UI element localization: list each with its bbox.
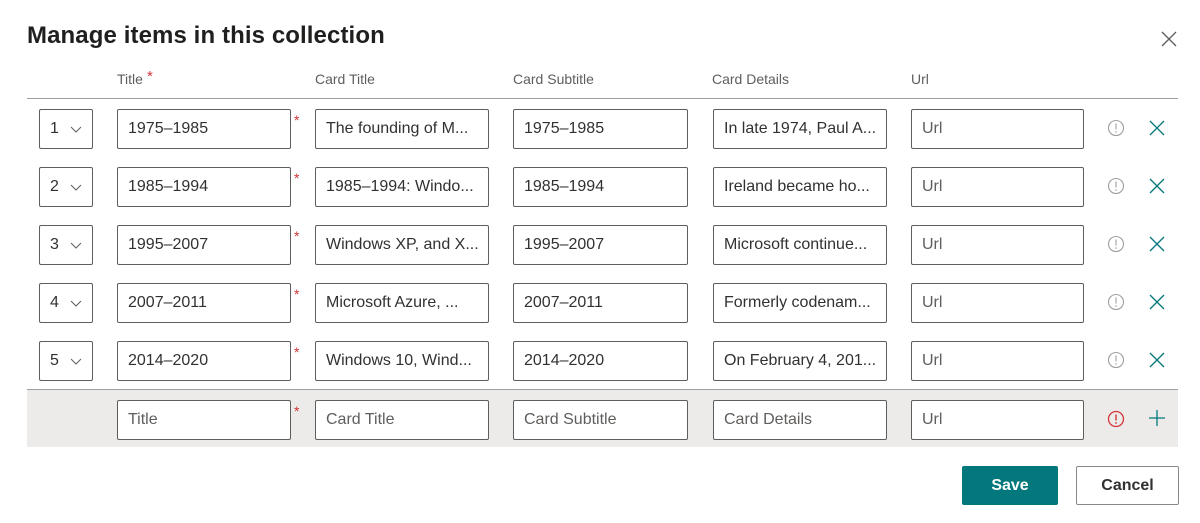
url-input[interactable] (911, 341, 1084, 381)
info-icon (1107, 235, 1125, 253)
title-input[interactable]: 1995–2007 (117, 225, 291, 265)
required-marker: * (294, 228, 300, 244)
new-title-input[interactable] (117, 400, 291, 440)
card-subtitle-input[interactable]: 1975–1985 (513, 109, 688, 149)
header-divider (27, 98, 1178, 99)
card-title-input[interactable]: Windows 10, Wind... (315, 341, 489, 381)
url-input[interactable] (911, 167, 1084, 207)
card-details-input[interactable]: Formerly codenam... (713, 283, 887, 323)
new-card-title-input[interactable] (315, 400, 489, 440)
order-value: 2 (50, 178, 59, 195)
new-card-details-input[interactable] (713, 400, 887, 440)
order-dropdown[interactable]: 2 (39, 167, 93, 207)
column-header-card-details: Card Details (712, 71, 790, 87)
info-icon (1107, 351, 1125, 369)
order-dropdown[interactable]: 5 (39, 341, 93, 381)
column-header-title: Title * (117, 68, 153, 88)
card-title-input[interactable]: The founding of M... (315, 109, 489, 149)
card-title-input[interactable]: Windows XP, and X... (315, 225, 489, 265)
cancel-button[interactable]: Cancel (1076, 466, 1179, 505)
item-row: 5 2014–2020 * Windows 10, Wind... 2014–2… (27, 332, 1178, 390)
order-value: 4 (50, 294, 59, 311)
chevron-down-icon (70, 242, 82, 249)
order-dropdown[interactable]: 1 (39, 109, 93, 149)
title-input[interactable]: 1975–1985 (117, 109, 291, 149)
info-icon (1107, 293, 1125, 311)
chevron-down-icon (70, 126, 82, 133)
required-marker: * (294, 286, 300, 302)
url-input[interactable] (911, 283, 1084, 323)
card-details-input[interactable]: In late 1974, Paul A... (713, 109, 887, 149)
chevron-down-icon (70, 184, 82, 191)
card-subtitle-input[interactable]: 2014–2020 (513, 341, 688, 381)
title-input[interactable]: 1985–1994 (117, 167, 291, 207)
item-row: 1 1975–1985 * The founding of M... 1975–… (27, 100, 1178, 158)
card-details-input[interactable]: Microsoft continue... (713, 225, 887, 265)
order-dropdown[interactable]: 4 (39, 283, 93, 323)
required-marker: * (294, 112, 300, 128)
info-icon (1107, 177, 1125, 195)
order-dropdown[interactable]: 3 (39, 225, 93, 265)
card-title-input[interactable]: 1985–1994: Windo... (315, 167, 489, 207)
chevron-down-icon (70, 358, 82, 365)
new-item-row: * (27, 389, 1178, 447)
item-row: 4 2007–2011 * Microsoft Azure, ... 2007–… (27, 274, 1178, 332)
required-marker: * (294, 403, 300, 419)
column-header-card-title: Card Title (315, 71, 375, 87)
dialog-title: Manage items in this collection (27, 22, 385, 49)
column-header-url: Url (911, 71, 929, 87)
title-input[interactable]: 2007–2011 (117, 283, 291, 323)
info-icon (1107, 119, 1125, 137)
error-icon (1107, 410, 1125, 428)
card-subtitle-input[interactable]: 1985–1994 (513, 167, 688, 207)
column-header-card-subtitle: Card Subtitle (513, 71, 594, 87)
card-details-input[interactable]: On February 4, 201... (713, 341, 887, 381)
order-value: 1 (50, 120, 59, 137)
save-button[interactable]: Save (962, 466, 1058, 505)
required-marker: * (294, 170, 300, 186)
delete-icon[interactable] (1148, 177, 1166, 195)
card-subtitle-input[interactable]: 1995–2007 (513, 225, 688, 265)
required-marker: * (294, 344, 300, 360)
required-marker: * (146, 68, 153, 85)
close-icon (1161, 31, 1177, 47)
chevron-down-icon (70, 300, 82, 307)
column-header-title-label: Title (117, 71, 143, 87)
url-input[interactable] (911, 109, 1084, 149)
delete-icon[interactable] (1148, 119, 1166, 137)
add-icon[interactable] (1148, 409, 1166, 427)
item-row: 2 1985–1994 * 1985–1994: Windo... 1985–1… (27, 158, 1178, 216)
close-button[interactable] (1158, 28, 1180, 50)
delete-icon[interactable] (1148, 351, 1166, 369)
card-title-input[interactable]: Microsoft Azure, ... (315, 283, 489, 323)
new-url-input[interactable] (911, 400, 1084, 440)
card-details-input[interactable]: Ireland became ho... (713, 167, 887, 207)
order-value: 3 (50, 236, 59, 253)
delete-icon[interactable] (1148, 293, 1166, 311)
item-row: 3 1995–2007 * Windows XP, and X... 1995–… (27, 216, 1178, 274)
delete-icon[interactable] (1148, 235, 1166, 253)
order-value: 5 (50, 352, 59, 369)
card-subtitle-input[interactable]: 2007–2011 (513, 283, 688, 323)
new-card-subtitle-input[interactable] (513, 400, 688, 440)
title-input[interactable]: 2014–2020 (117, 341, 291, 381)
url-input[interactable] (911, 225, 1084, 265)
